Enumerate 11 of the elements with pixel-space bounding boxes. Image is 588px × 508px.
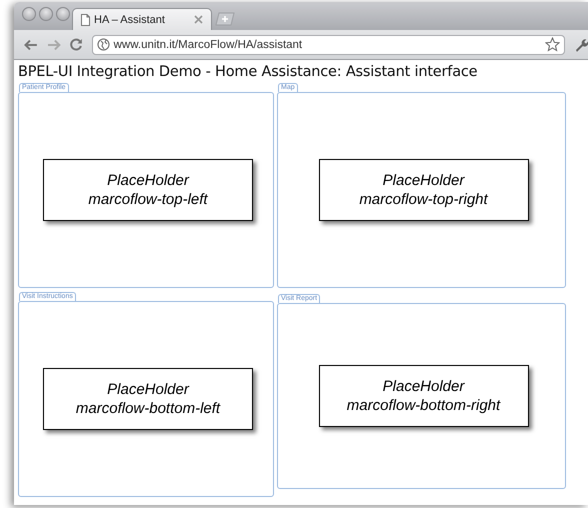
placeholder-text: marcoflow-top-right <box>359 190 488 209</box>
placeholder-text: marcoflow-top-left <box>88 190 208 209</box>
placeholder-text: PlaceHolder <box>107 380 189 399</box>
placeholder-text: marcoflow-bottom-right <box>346 396 500 415</box>
placeholder-text: PlaceHolder <box>382 171 464 190</box>
placeholder-text: marcoflow-bottom-left <box>76 399 220 418</box>
browser-tab[interactable]: HA – Assistant <box>72 8 212 30</box>
address-bar[interactable]: www.unitn.it/MarcoFlow/HA/assistant <box>92 34 566 54</box>
placeholder-text: PlaceHolder <box>382 377 464 396</box>
placeholder-text: PlaceHolder <box>107 171 189 190</box>
page-heading: BPEL-UI Integration Demo - Home Assistance: Assistant interface <box>18 64 478 80</box>
